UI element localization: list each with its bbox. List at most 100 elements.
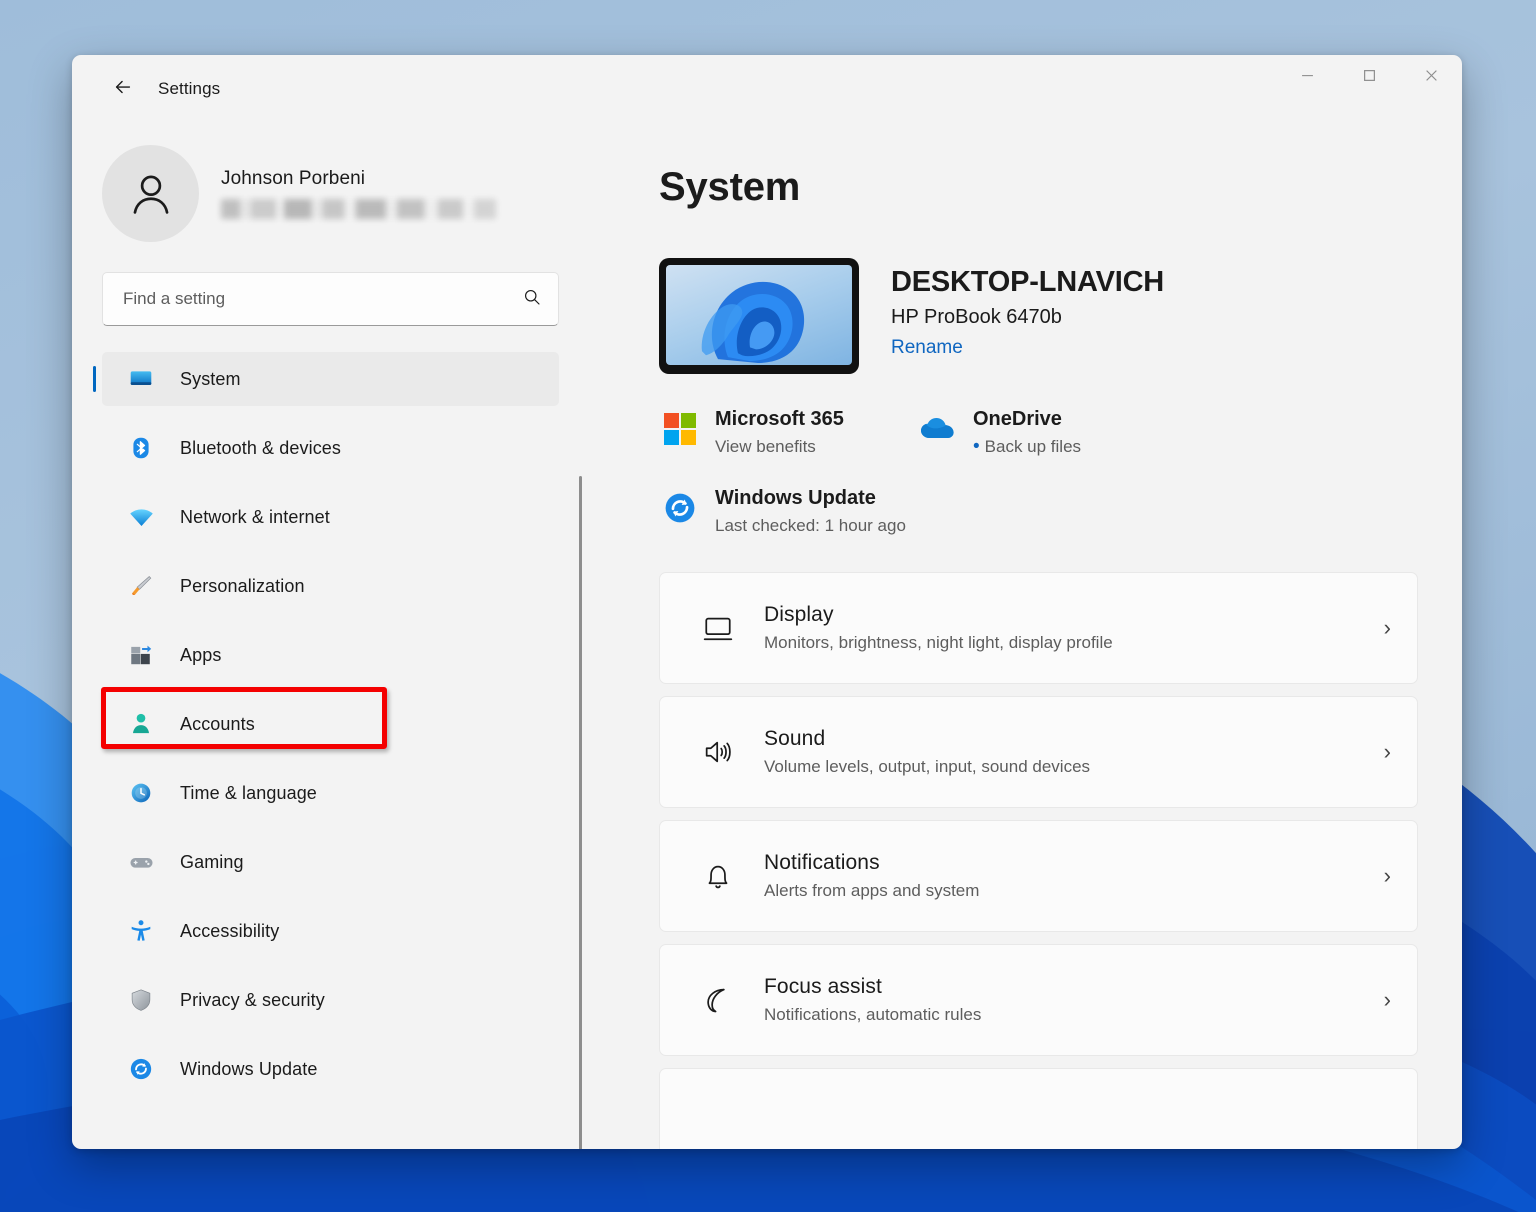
settings-card-list: Display Monitors, brightness, night ligh… [659,572,1418,1149]
back-arrow-icon [112,76,134,103]
onedrive-cloud-icon [917,408,959,450]
settings-card-display[interactable]: Display Monitors, brightness, night ligh… [659,572,1418,684]
quick-link-subtitle-text: Back up files [985,437,1081,456]
clock-globe-icon [124,780,158,806]
person-icon [124,711,158,737]
settings-card-subtitle: Alerts from apps and system [764,881,1384,901]
device-model: HP ProBook 6470b [891,306,1164,329]
sidebar-item-privacy-security[interactable]: Privacy & security [102,973,559,1027]
window-titlebar: Settings [72,55,1462,123]
quick-link-subtitle: • Back up files [973,437,1081,457]
bluetooth-icon [124,435,158,461]
sidebar-item-gaming[interactable]: Gaming [102,835,559,889]
quick-link-onedrive[interactable]: OneDrive • Back up files [917,408,1081,457]
sidebar-nav-list: System Bluetooth & devices [102,352,617,1096]
window-title: Settings [158,79,220,99]
windows-bloom-wallpaper-thumbnail [659,258,859,374]
settings-card-title: Focus assist [764,975,1384,999]
quick-links-row: Microsoft 365 View benefits OneDr [659,408,1418,457]
close-button[interactable] [1400,55,1462,101]
account-name: Johnson Porbeni [221,168,496,190]
sidebar-item-apps[interactable]: Apps [102,628,559,682]
account-email-redacted [221,199,496,219]
maximize-button[interactable] [1338,55,1400,101]
sidebar-item-label: Time & language [180,783,317,804]
maximize-icon [1363,69,1376,87]
window-controls [1276,55,1462,101]
sidebar-item-system[interactable]: System [102,352,559,406]
settings-window: Settings [72,55,1462,1149]
account-summary[interactable]: Johnson Porbeni [102,145,617,242]
sidebar-item-personalization[interactable]: Personalization [102,559,559,613]
chevron-right-icon: › [1384,739,1391,765]
sidebar-item-label: Accessibility [180,921,279,942]
desktop-background: Settings [0,0,1536,1212]
microsoft-logo-icon [659,408,701,450]
quick-link-title: Windows Update [715,487,906,510]
sidebar-item-label: Network & internet [180,507,330,528]
settings-card-notifications[interactable]: Notifications Alerts from apps and syste… [659,820,1418,932]
moon-icon [694,984,742,1016]
monitor-icon [124,366,158,392]
sidebar-item-label: Windows Update [180,1059,317,1080]
minimize-button[interactable] [1276,55,1338,101]
search-icon [522,287,542,312]
sidebar-item-label: Gaming [180,852,244,873]
monitor-outline-icon [694,612,742,644]
sidebar-scrollbar[interactable] [579,476,582,1149]
sidebar-item-label: Apps [180,645,221,666]
status-dot-icon: • [973,436,980,457]
sidebar-item-label: Privacy & security [180,990,325,1011]
rename-link[interactable]: Rename [891,337,963,359]
main-content: System [617,123,1462,1149]
settings-card-title: Display [764,603,1384,627]
settings-card-focus-assist[interactable]: Focus assist Notifications, automatic ru… [659,944,1418,1056]
accessibility-icon [124,918,158,944]
quick-link-microsoft-365[interactable]: Microsoft 365 View benefits [659,408,917,457]
minimize-icon [1301,69,1314,87]
search-input[interactable] [123,289,522,309]
back-button[interactable] [102,72,144,106]
page-title: System [659,165,1418,210]
avatar [102,145,199,242]
quick-link-title: OneDrive [973,408,1081,431]
sidebar-item-label: Personalization [180,576,305,597]
sidebar-item-bluetooth-devices[interactable]: Bluetooth & devices [102,421,559,475]
chevron-right-icon: › [1384,987,1391,1013]
sidebar-item-windows-update[interactable]: Windows Update [102,1042,559,1096]
bell-icon [694,860,742,892]
sidebar-item-label: Bluetooth & devices [180,438,341,459]
close-icon [1425,69,1438,87]
settings-card-title: Sound [764,727,1384,751]
search-box[interactable] [102,272,559,326]
sidebar-item-network-internet[interactable]: Network & internet [102,490,559,544]
quick-link-subtitle: View benefits [715,437,844,457]
chevron-right-icon: › [1384,863,1391,889]
sidebar-item-label: System [180,369,241,390]
shield-icon [124,987,158,1013]
quick-link-subtitle: Last checked: 1 hour ago [715,516,906,536]
gamepad-icon [124,849,158,876]
settings-card-partial-next[interactable] [659,1068,1418,1149]
sidebar-item-accessibility[interactable]: Accessibility [102,904,559,958]
sidebar-item-label: Accounts [180,714,255,735]
wifi-icon [124,504,158,531]
settings-card-subtitle: Notifications, automatic rules [764,1005,1384,1025]
sidebar: Johnson Porbeni [72,123,617,1149]
update-sync-icon [659,487,701,529]
device-summary: DESKTOP-LNAVICH HP ProBook 6470b Rename [659,258,1418,374]
speaker-icon [694,736,742,768]
sidebar-item-time-language[interactable]: Time & language [102,766,559,820]
quick-link-windows-update[interactable]: Windows Update Last checked: 1 hour ago [659,487,1418,536]
sidebar-item-accounts[interactable]: Accounts [102,697,559,751]
settings-card-sound[interactable]: Sound Volume levels, output, input, soun… [659,696,1418,808]
settings-card-subtitle: Monitors, brightness, night light, displ… [764,633,1384,653]
update-sync-icon [124,1056,158,1082]
chevron-right-icon: › [1384,615,1391,641]
paintbrush-icon [124,573,158,599]
settings-card-title: Notifications [764,851,1384,875]
quick-link-title: Microsoft 365 [715,408,844,431]
apps-grid-icon [124,642,158,668]
device-name: DESKTOP-LNAVICH [891,266,1164,299]
settings-card-subtitle: Volume levels, output, input, sound devi… [764,757,1384,777]
